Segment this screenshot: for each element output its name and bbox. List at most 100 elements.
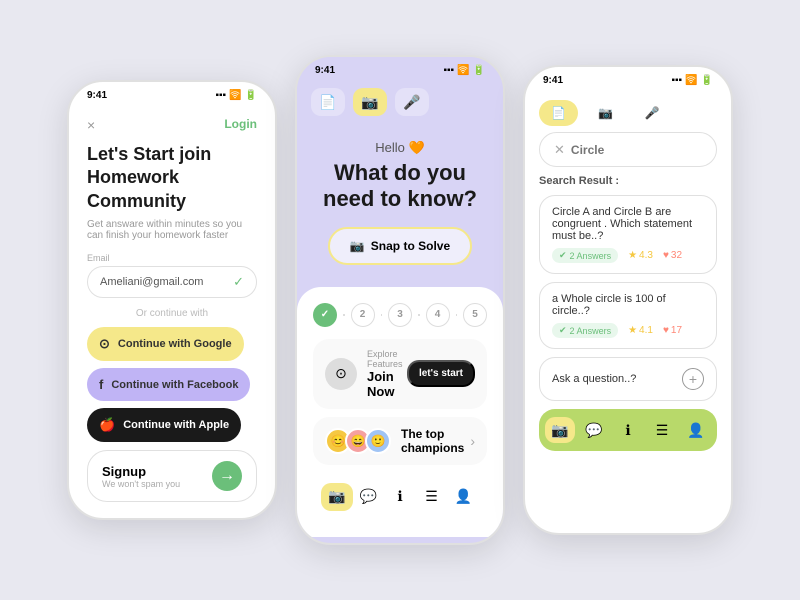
bottom-nav-3: 📷 💬 ℹ ☰ 👤 [539, 409, 717, 451]
time-3: 9:41 [543, 75, 563, 86]
lets-start-button[interactable]: let's start [407, 360, 475, 387]
explore-row: ⊙ Explore Features Join Now let's start [313, 339, 487, 409]
wifi-icon-2: 🛜 [457, 65, 469, 76]
signup-subtitle: We won't spam you [102, 479, 180, 489]
google-icon: ⊙ [99, 336, 110, 352]
search-x-icon[interactable]: ✕ [554, 142, 565, 158]
email-input[interactable]: Ameliani@gmail.com ✓ [87, 266, 257, 298]
likes-2: ♥ 17 [663, 325, 682, 336]
signal-icon: ▪▪▪ [215, 90, 226, 101]
result-title-1: Circle A and Circle B are congruent . Wh… [552, 206, 704, 242]
champions-text: The top champions [401, 427, 470, 455]
result-card-1: Circle A and Circle B are congruent . Wh… [539, 195, 717, 274]
search-result-label: Search Result : [539, 175, 717, 187]
subtext: Get answare within minutes so you can fi… [87, 219, 257, 241]
status-bar-3: 9:41 ▪▪▪ 🛜 🔋 [525, 67, 731, 90]
answer-icon-2: ✔ [559, 325, 567, 336]
apple-icon: 🍎 [99, 417, 115, 433]
signal-icon-2: ▪▪▪ [443, 65, 454, 76]
join-now-label: Join Now [367, 369, 407, 399]
step-4: 4 [426, 303, 450, 327]
step-line-1 [343, 314, 345, 316]
signup-box[interactable]: Signup We won't spam you → [87, 450, 257, 502]
nav-camera[interactable]: 📷 [321, 483, 353, 511]
answer-icon-1: ✔ [559, 250, 567, 261]
nav3-chat[interactable]: 💬 [579, 417, 609, 443]
result-meta-2: ✔ 2 Answers ★ 4.1 ♥ 17 [552, 323, 704, 338]
nav3-info[interactable]: ℹ [613, 417, 643, 443]
email-label: Email [87, 253, 257, 263]
tab-bar-3: 📄 📷 🎤 [539, 90, 717, 132]
step-line-3 [418, 314, 420, 316]
signup-arrow[interactable]: → [212, 461, 242, 491]
apple-button[interactable]: 🍎 Continue with Apple [87, 408, 241, 442]
nav-user[interactable]: 👤 [447, 483, 479, 511]
ask-card[interactable]: Ask a question..? + [539, 357, 717, 401]
tab3-mic[interactable]: 🎤 [633, 100, 672, 126]
tab3-doc[interactable]: 📄 [539, 100, 578, 126]
battery-icon-3: 🔋 [701, 75, 713, 86]
check-icon: ✓ [233, 274, 244, 290]
champions-row[interactable]: 😊 😄 🙂 The top champions › [313, 417, 487, 465]
heart-icon-2: ♥ [663, 325, 669, 336]
explore-icon: ⊙ [325, 358, 357, 390]
battery-icon: 🔋 [245, 90, 257, 101]
step-5: 5 [463, 303, 487, 327]
camera-icon: 📷 [350, 239, 365, 253]
hello-text: Hello 🧡 [317, 140, 483, 156]
login-link[interactable]: Login [224, 117, 257, 131]
time-1: 9:41 [87, 90, 107, 101]
step-3: 3 [388, 303, 412, 327]
google-button[interactable]: ⊙ Continue with Google [87, 327, 244, 361]
step-line-2 [381, 314, 383, 316]
answers-badge-1: ✔ 2 Answers [552, 248, 618, 263]
status-bar-2: 9:41 ▪▪▪ 🛜 🔋 [297, 57, 503, 80]
answers-badge-2: ✔ 2 Answers [552, 323, 618, 338]
time-2: 9:41 [315, 65, 335, 76]
rating-2: ★ 4.1 [628, 325, 653, 336]
explore-label: Explore Features [367, 349, 407, 369]
tab-doc[interactable]: 📄 [311, 88, 345, 116]
signal-icon-3: ▪▪▪ [671, 75, 682, 86]
star-icon-2: ★ [628, 325, 637, 336]
snap-button[interactable]: 📷 Snap to Solve [328, 227, 472, 265]
nav-chat[interactable]: 💬 [353, 483, 385, 511]
avatar-stack: 😊 😄 🙂 [325, 428, 391, 454]
wifi-icon-3: 🛜 [685, 75, 697, 86]
signup-title: Signup [102, 464, 180, 479]
headline: Let's Start join Homework Community [87, 143, 257, 213]
result-meta-1: ✔ 2 Answers ★ 4.3 ♥ 32 [552, 248, 704, 263]
search-bar[interactable]: ✕ 🔍 [539, 132, 717, 167]
nav3-user[interactable]: 👤 [681, 417, 711, 443]
rating-1: ★ 4.3 [628, 250, 653, 261]
close-button[interactable]: × [87, 117, 95, 133]
tab-camera[interactable]: 📷 [353, 88, 387, 116]
explore-texts: Explore Features Join Now [367, 349, 407, 399]
step-1: ✓ [313, 303, 337, 327]
nav3-list[interactable]: ☰ [647, 417, 677, 443]
likes-1: ♥ 32 [663, 250, 682, 261]
plus-button[interactable]: + [682, 368, 704, 390]
nav-info[interactable]: ℹ [384, 483, 416, 511]
facebook-button[interactable]: f Continue with Facebook [87, 368, 250, 401]
steps-row: ✓ 2 3 4 5 [313, 303, 487, 327]
star-icon-1: ★ [628, 250, 637, 261]
facebook-icon: f [99, 377, 103, 392]
nav-list[interactable]: ☰ [416, 483, 448, 511]
bottom-nav-2: 📷 💬 ℹ ☰ 👤 [313, 473, 487, 521]
step-2: 2 [351, 303, 375, 327]
tab3-camera[interactable]: 📷 [586, 100, 625, 126]
step-line-4 [456, 314, 458, 316]
wifi-icon: 🛜 [229, 90, 241, 101]
hero-title: What do you need to know? [317, 160, 483, 213]
avatar-3: 🙂 [365, 428, 391, 454]
headline-bold: Community [87, 191, 186, 211]
result-title-2: a Whole circle is 100 of circle..? [552, 293, 704, 317]
phone-snap: 9:41 ▪▪▪ 🛜 🔋 📄 📷 🎤 Hello 🧡 What do you n… [295, 55, 505, 545]
divider-text: Or continue with [87, 308, 257, 319]
result-card-2: a Whole circle is 100 of circle..? ✔ 2 A… [539, 282, 717, 349]
search-input[interactable] [571, 143, 731, 157]
nav3-camera[interactable]: 📷 [545, 417, 575, 443]
tab-mic[interactable]: 🎤 [395, 88, 429, 116]
heart-icon-1: ♥ [663, 250, 669, 261]
